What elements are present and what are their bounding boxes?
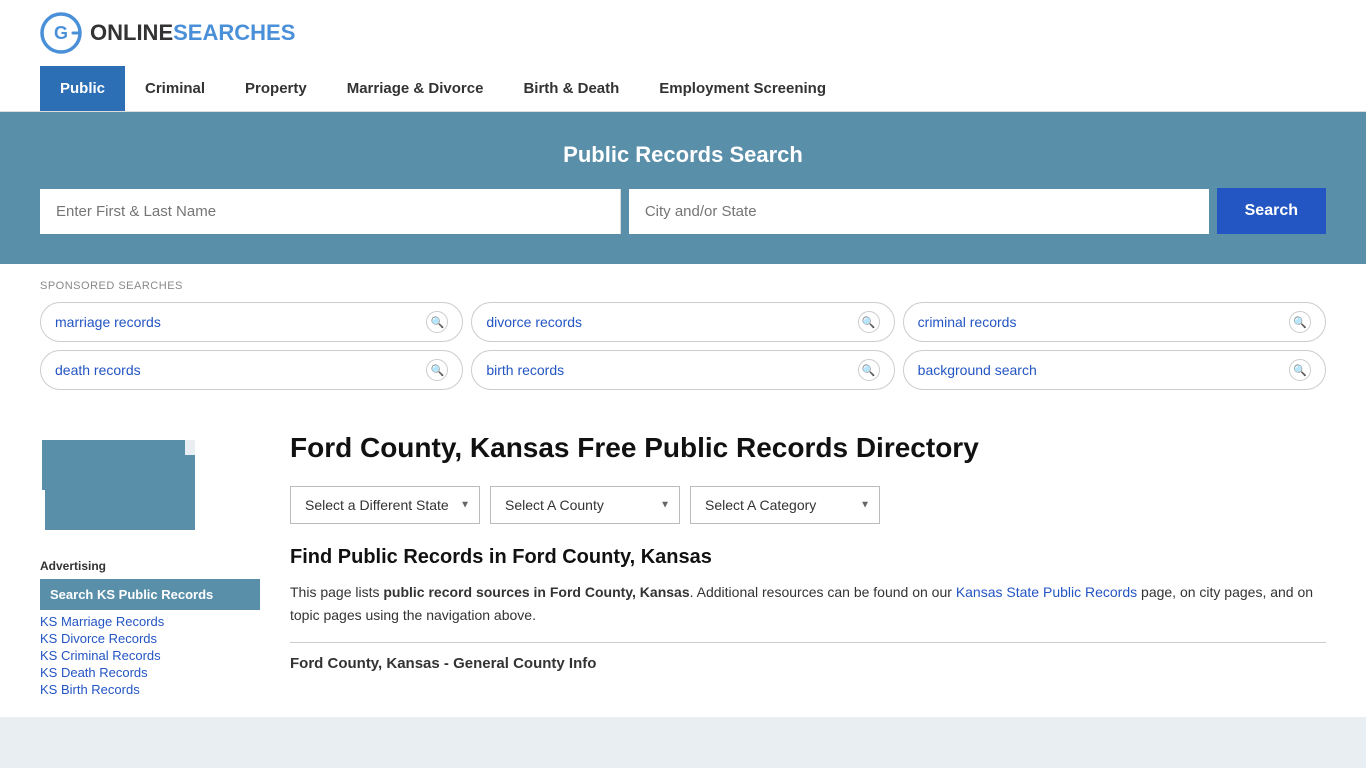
search-button[interactable]: Search (1217, 188, 1326, 234)
main-nav: Public Criminal Property Marriage & Divo… (0, 66, 1366, 112)
logo: G ONLINE SEARCHES (40, 12, 295, 54)
sponsored-grid: marriage records 🔍 divorce records 🔍 cri… (40, 302, 1326, 390)
main-wrapper: SPONSORED SEARCHES marriage records 🔍 di… (0, 264, 1366, 717)
header: G ONLINE SEARCHES Public Criminal Proper… (0, 0, 1366, 112)
search-icon: 🔍 (858, 311, 880, 333)
category-dropdown[interactable]: Select A Category (690, 486, 880, 524)
find-desc-bold: public record sources in Ford County, Ka… (383, 584, 689, 600)
sponsored-tag-marriage[interactable]: marriage records 🔍 (40, 302, 463, 342)
county-dropdown-wrapper: Select A County (490, 486, 680, 524)
state-dropdown-wrapper: Select a Different State (290, 486, 480, 524)
name-input[interactable] (40, 189, 621, 234)
sidebar-link-divorce[interactable]: KS Divorce Records (40, 631, 260, 646)
sidebar-link-death[interactable]: KS Death Records (40, 665, 260, 680)
category-dropdown-wrapper: Select A Category (690, 486, 880, 524)
sponsored-label: SPONSORED SEARCHES (40, 280, 1326, 292)
nav-item-birth-death[interactable]: Birth & Death (503, 66, 639, 111)
sponsored-tag-label: divorce records (486, 314, 582, 330)
nav-item-marriage-divorce[interactable]: Marriage & Divorce (327, 66, 504, 111)
sponsored-tag-label: background search (918, 362, 1037, 378)
section-divider (290, 642, 1326, 643)
logo-online-text: ONLINE (90, 20, 173, 46)
find-desc-text2: . Additional resources can be found on o… (690, 584, 956, 600)
sidebar-link-birth[interactable]: KS Birth Records (40, 682, 260, 697)
sponsored-tag-label: death records (55, 362, 141, 378)
county-dropdown[interactable]: Select A County (490, 486, 680, 524)
section-subtitle: Ford County, Kansas - General County Inf… (290, 655, 1326, 672)
advertising-label: Advertising (40, 559, 260, 573)
state-dropdown[interactable]: Select a Different State (290, 486, 480, 524)
sidebar-links: KS Marriage Records KS Divorce Records K… (40, 614, 260, 697)
search-icon: 🔍 (426, 311, 448, 333)
sponsored-tag-birth[interactable]: birth records 🔍 (471, 350, 894, 390)
sponsored-searches: SPONSORED SEARCHES marriage records 🔍 di… (0, 264, 1366, 410)
find-desc-text1: This page lists (290, 584, 383, 600)
search-banner: Public Records Search Search (0, 112, 1366, 264)
sponsored-tag-label: birth records (486, 362, 564, 378)
sidebar: Advertising Search KS Public Records KS … (40, 430, 260, 697)
sponsored-tag-divorce[interactable]: divorce records 🔍 (471, 302, 894, 342)
ks-public-records-link[interactable]: Kansas State Public Records (956, 584, 1137, 600)
search-icon: 🔍 (858, 359, 880, 381)
search-icon: 🔍 (426, 359, 448, 381)
logo-icon: G (40, 12, 82, 54)
sponsored-tag-label: criminal records (918, 314, 1017, 330)
state-map (40, 430, 200, 540)
page-title: Ford County, Kansas Free Public Records … (290, 430, 1326, 466)
find-description: This page lists public record sources in… (290, 581, 1326, 626)
ad-active[interactable]: Search KS Public Records (40, 579, 260, 610)
logo-searches-text: SEARCHES (173, 20, 295, 46)
svg-text:G: G (54, 23, 68, 43)
search-icon: 🔍 (1289, 359, 1311, 381)
sponsored-tag-criminal[interactable]: criminal records 🔍 (903, 302, 1326, 342)
main-content: Ford County, Kansas Free Public Records … (290, 430, 1326, 697)
nav-item-criminal[interactable]: Criminal (125, 66, 225, 111)
sponsored-tag-background[interactable]: background search 🔍 (903, 350, 1326, 390)
sponsored-tag-label: marriage records (55, 314, 161, 330)
sponsored-tag-death[interactable]: death records 🔍 (40, 350, 463, 390)
content-area: Advertising Search KS Public Records KS … (0, 410, 1366, 717)
search-icon: 🔍 (1289, 311, 1311, 333)
find-title: Find Public Records in Ford County, Kans… (290, 546, 1326, 569)
search-banner-title: Public Records Search (40, 142, 1326, 168)
sidebar-link-marriage[interactable]: KS Marriage Records (40, 614, 260, 629)
sidebar-link-criminal[interactable]: KS Criminal Records (40, 648, 260, 663)
dropdowns-row: Select a Different State Select A County… (290, 486, 1326, 524)
nav-item-property[interactable]: Property (225, 66, 327, 111)
nav-item-public[interactable]: Public (40, 66, 125, 111)
city-input[interactable] (629, 189, 1209, 234)
nav-item-employment[interactable]: Employment Screening (639, 66, 846, 111)
search-form: Search (40, 188, 1326, 234)
